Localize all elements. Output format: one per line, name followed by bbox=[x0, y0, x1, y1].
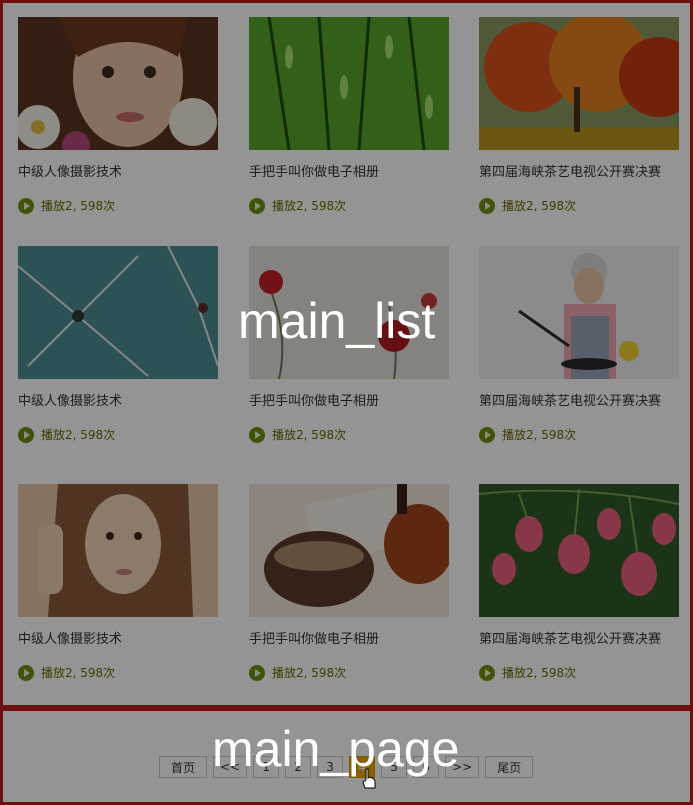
main-list-region: 中级人像摄影技术 播放2, 598次 手把手叫你做电子相册 播放2, 598次 … bbox=[0, 0, 693, 708]
video-title[interactable]: 手把手叫你做电子相册 bbox=[249, 628, 379, 647]
video-thumbnail[interactable] bbox=[249, 484, 449, 617]
page-button[interactable]: 5 bbox=[381, 756, 408, 778]
video-thumbnail[interactable] bbox=[479, 246, 679, 379]
play-count: 播放2, 598次 bbox=[249, 664, 346, 681]
play-count: 播放2, 598次 bbox=[479, 664, 576, 681]
play-icon bbox=[479, 197, 495, 214]
main-page-region: 首页 << 1 2 3 4 5 6 >> 尾页 bbox=[0, 708, 693, 805]
video-thumbnail[interactable] bbox=[18, 484, 218, 617]
page-button[interactable]: 3 bbox=[317, 756, 344, 778]
play-count: 播放2, 598次 bbox=[18, 426, 115, 443]
play-icon bbox=[18, 197, 34, 214]
video-title[interactable]: 中级人像摄影技术 bbox=[18, 628, 122, 647]
video-title[interactable]: 手把手叫你做电子相册 bbox=[249, 390, 379, 409]
play-icon bbox=[18, 426, 34, 443]
video-title[interactable]: 第四届海峡茶艺电视公开赛决赛 bbox=[479, 161, 661, 180]
last-page-button[interactable]: 尾页 bbox=[485, 756, 534, 778]
prev-page-button[interactable]: << bbox=[213, 756, 248, 778]
page-button[interactable]: 6 bbox=[413, 756, 440, 778]
play-icon bbox=[479, 664, 495, 681]
pagination: 首页 << 1 2 3 4 5 6 >> 尾页 bbox=[159, 755, 534, 779]
teacup-photo bbox=[249, 484, 449, 617]
woman-portrait-photo bbox=[18, 484, 218, 617]
portrait-girl-flowers-photo bbox=[18, 17, 218, 150]
video-thumbnail[interactable] bbox=[249, 17, 449, 150]
play-count: 播放2, 598次 bbox=[479, 197, 576, 214]
video-title[interactable]: 第四届海峡茶艺电视公开赛决赛 bbox=[479, 628, 661, 647]
video-thumbnail[interactable] bbox=[479, 484, 679, 617]
next-page-button[interactable]: >> bbox=[445, 756, 480, 778]
video-thumbnail[interactable] bbox=[18, 246, 218, 379]
play-icon bbox=[479, 426, 495, 443]
autumn-trees-photo bbox=[479, 17, 679, 150]
pink-bellflowers-photo bbox=[479, 484, 679, 617]
video-thumbnail[interactable] bbox=[249, 246, 449, 379]
dandelion-photo bbox=[18, 246, 218, 379]
red-poppies-photo bbox=[249, 246, 449, 379]
play-count: 播放2, 598次 bbox=[249, 197, 346, 214]
video-title[interactable]: 中级人像摄影技术 bbox=[18, 390, 122, 409]
play-count: 播放2, 598次 bbox=[249, 426, 346, 443]
play-count: 播放2, 598次 bbox=[18, 664, 115, 681]
page-button[interactable]: 1 bbox=[253, 756, 280, 778]
play-icon bbox=[249, 426, 265, 443]
video-thumbnail[interactable] bbox=[18, 17, 218, 150]
play-count: 播放2, 598次 bbox=[18, 197, 115, 214]
willow-branches-photo bbox=[249, 17, 449, 150]
grandmother-cooking-photo bbox=[479, 246, 679, 379]
video-title[interactable]: 中级人像摄影技术 bbox=[18, 161, 122, 180]
video-title[interactable]: 第四届海峡茶艺电视公开赛决赛 bbox=[479, 390, 661, 409]
video-thumbnail[interactable] bbox=[479, 17, 679, 150]
first-page-button[interactable]: 首页 bbox=[159, 756, 207, 778]
page-button[interactable]: 2 bbox=[285, 756, 312, 778]
play-icon bbox=[18, 664, 34, 681]
play-icon bbox=[249, 197, 265, 214]
play-icon bbox=[249, 664, 265, 681]
hand-cursor-icon bbox=[362, 768, 376, 789]
play-count: 播放2, 598次 bbox=[479, 426, 576, 443]
video-title[interactable]: 手把手叫你做电子相册 bbox=[249, 161, 379, 180]
